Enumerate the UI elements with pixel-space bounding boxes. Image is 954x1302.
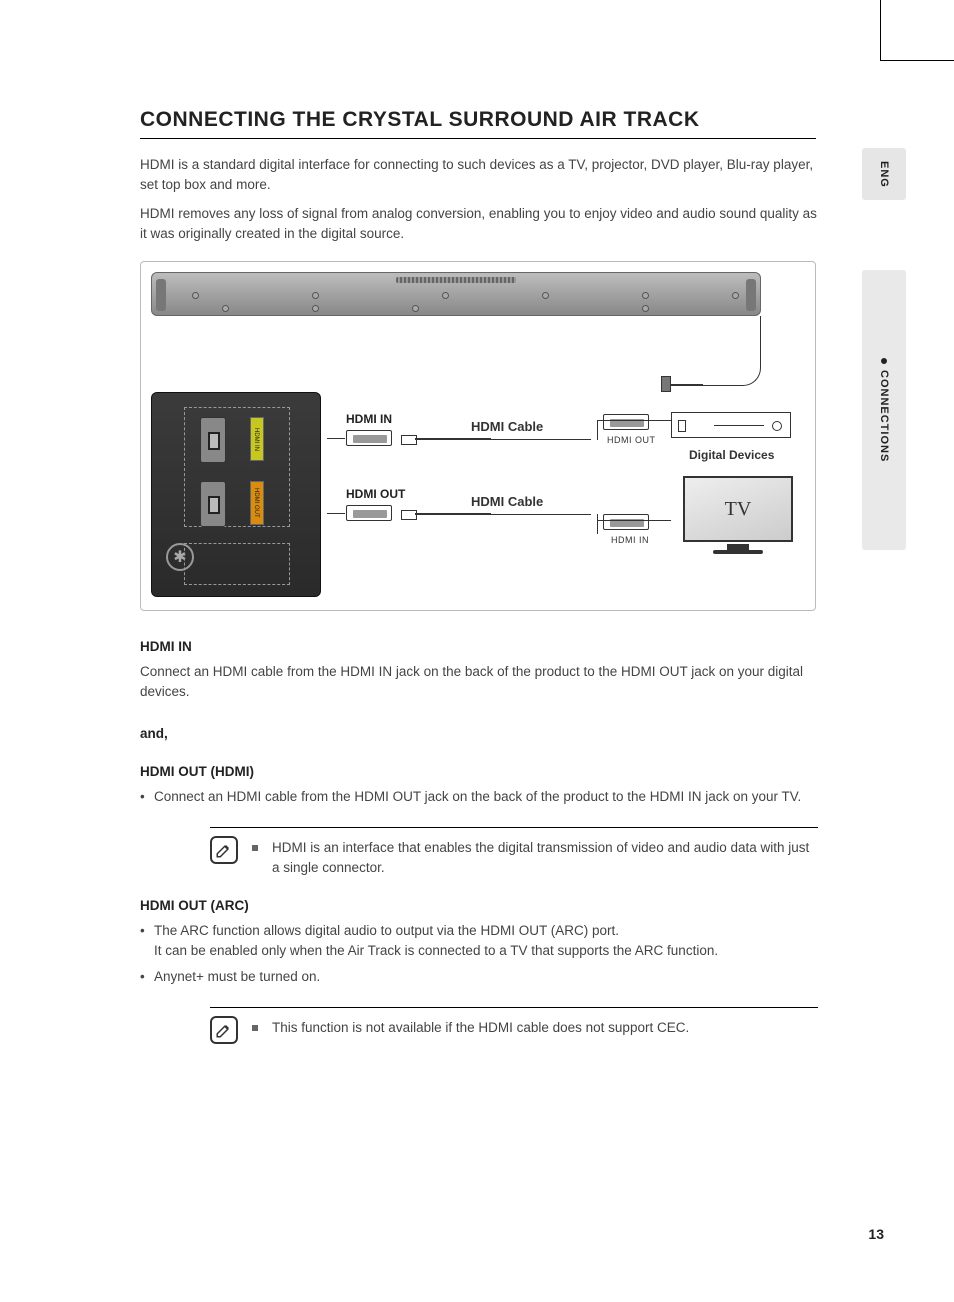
intro-block: HDMI is a standard digital interface for… [140,155,820,243]
hdmi-in-heading: HDMI IN [140,637,820,657]
hdmi-in-label: HDMI IN [346,412,392,426]
square-bullet-icon [252,1025,258,1031]
hdmi-out-bullet: Connect an HDMI cable from the HDMI OUT … [140,787,820,807]
arc-bullet-1: The ARC function allows digital audio to… [140,921,820,962]
crop-mark-horizontal [880,60,954,61]
intro-p2: HDMI removes any loss of signal from ana… [140,204,820,243]
note1-text: HDMI is an interface that enables the di… [272,838,818,879]
tv-graphic: TV [683,476,793,556]
section-tab: CONNECTIONS [862,270,906,550]
port-tag-hdmi-out: HDMI OUT [250,481,264,525]
note-pencil-icon [210,836,238,864]
section-tab-label: CONNECTIONS [878,358,890,462]
hdmi-port-icon [346,505,392,521]
lang-tab: ENG [862,148,906,200]
back-panel-graphic: HDMI IN ✱ HDMI OUT [151,392,321,597]
arc-b1-line2: It can be enabled only when the Air Trac… [154,943,718,958]
soundbar-graphic [151,272,761,316]
cable-label-2: HDMI Cable [471,494,543,509]
cable-curve [701,316,761,386]
side-tabs: ENG CONNECTIONS [862,148,906,550]
hdmi-arc-heading: HDMI OUT (ARC) [140,896,820,916]
hdmi-port-icon [603,514,649,530]
arc-bullet-2: Anynet+ must be turned on. [140,967,820,987]
section-tab-text: CONNECTIONS [878,370,890,462]
hdmi-in-text: Connect an HDMI cable from the HDMI IN j… [140,662,820,703]
hdmi-out-heading: HDMI OUT (HDMI) [140,762,820,782]
lang-tab-label: ENG [878,161,890,188]
digital-devices-label: Digital Devices [689,448,774,462]
page-number: 13 [868,1226,884,1242]
square-bullet-icon [252,845,258,851]
cable-icon [401,507,491,521]
cable-icon [401,432,491,446]
note2-text: This function is not available if the HD… [272,1018,689,1038]
note-pencil-icon [210,1016,238,1044]
connection-diagram: HDMI IN ✱ HDMI OUT HDMI IN HDMI Cable HD… [140,261,816,611]
tv-label: TV [725,498,752,521]
page-title: CONNECTING THE CRYSTAL SURROUND AIR TRAC… [140,108,816,139]
dig-dev-port-label: HDMI OUT [607,435,656,445]
hdmi-port-icon [346,430,392,446]
plug-icon [661,376,671,392]
hdmi-port-icon [603,414,649,430]
cable-label-1: HDMI Cable [471,419,543,434]
digital-device-graphic [671,412,791,438]
intro-p1: HDMI is a standard digital interface for… [140,155,820,194]
and-label: and, [140,724,820,744]
crop-mark-vertical [880,0,881,60]
tv-port-label: HDMI IN [611,535,649,545]
arc-b1-line1: The ARC function allows digital audio to… [154,923,619,938]
note-block-2: This function is not available if the HD… [210,1007,818,1046]
hdmi-out-label: HDMI OUT [346,487,405,501]
note-block-1: HDMI is an interface that enables the di… [210,827,818,879]
port-tag-hdmi-in: HDMI IN [250,417,264,461]
bullet-icon [881,358,887,364]
